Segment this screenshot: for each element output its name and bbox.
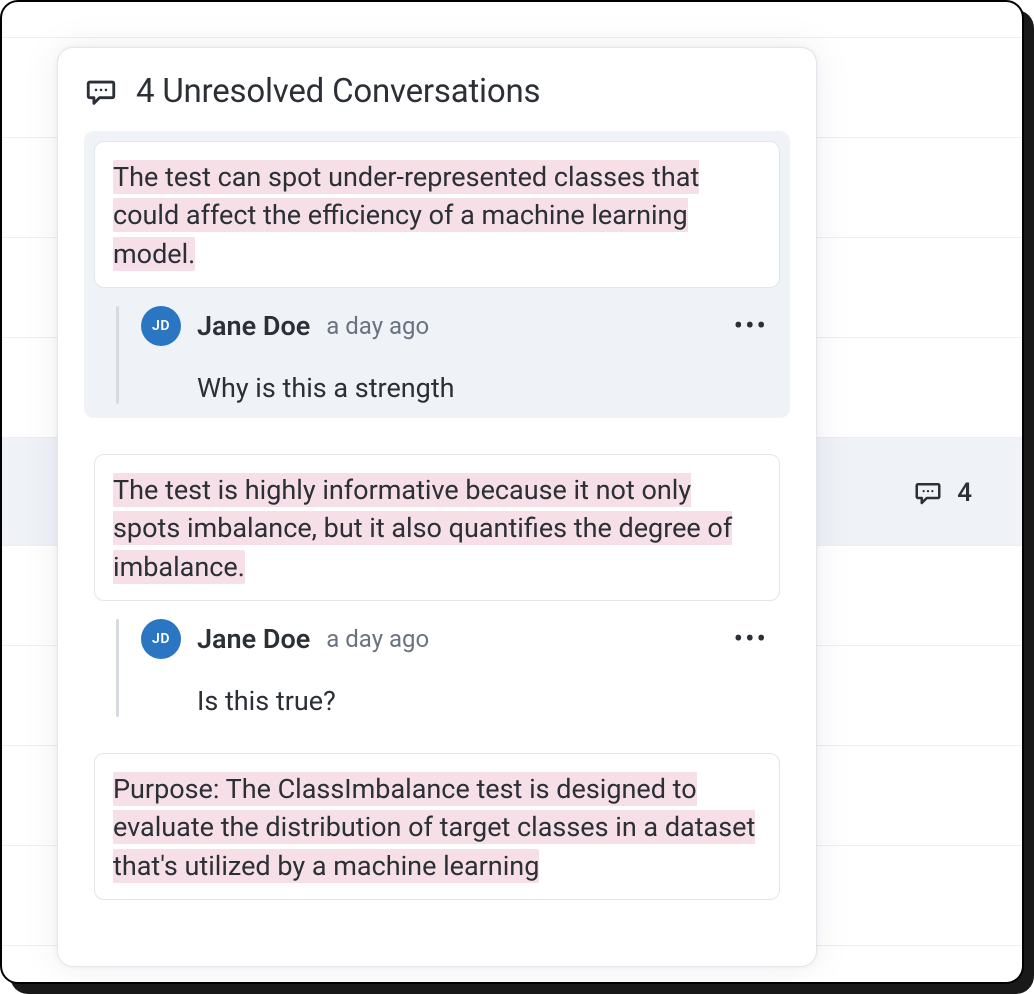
conversation-thread[interactable]: The test can spot under-represented clas… [84,131,790,418]
popover-title: 4 Unresolved Conversations [136,72,540,111]
author-name[interactable]: Jane Doe [197,310,310,342]
comment-icon [84,75,118,109]
conversation-thread[interactable]: Purpose: The ClassImbalance test is desi… [84,753,790,900]
comment-text: Why is this a strength [197,372,774,404]
conversations-indicator[interactable]: 4 [893,464,994,522]
quoted-text: Purpose: The ClassImbalance test is desi… [113,770,761,885]
timestamp: a day ago [326,625,429,653]
reply: JD Jane Doe a day ago ••• Why is this a … [94,306,780,404]
quoted-text-box: Purpose: The ClassImbalance test is desi… [94,753,780,900]
reply-indent-bar [116,306,119,404]
app-frame: 4 4 Unresolved Conversations The test ca… [0,0,1024,984]
conversations-popover: 4 Unresolved Conversations The test can … [57,47,817,967]
reply: JD Jane Doe a day ago ••• Is this true? [94,619,780,717]
popover-header: 4 Unresolved Conversations [84,66,790,131]
author-name[interactable]: Jane Doe [197,623,310,655]
more-button[interactable]: ••• [728,321,774,331]
comment-text: Is this true? [197,685,774,717]
timestamp: a day ago [326,312,429,340]
avatar[interactable]: JD [141,619,181,659]
quoted-text-box: The test can spot under-represented clas… [94,141,780,288]
avatar[interactable]: JD [141,306,181,346]
comment-icon [913,478,943,508]
more-button[interactable]: ••• [728,634,774,644]
quoted-text-box: The test is highly informative because i… [94,454,780,601]
reply-indent-bar [116,619,119,717]
indicator-count: 4 [957,478,972,508]
conversation-thread[interactable]: The test is highly informative because i… [84,454,790,717]
quoted-text: The test is highly informative because i… [113,471,761,586]
quoted-text: The test can spot under-represented clas… [113,158,761,273]
